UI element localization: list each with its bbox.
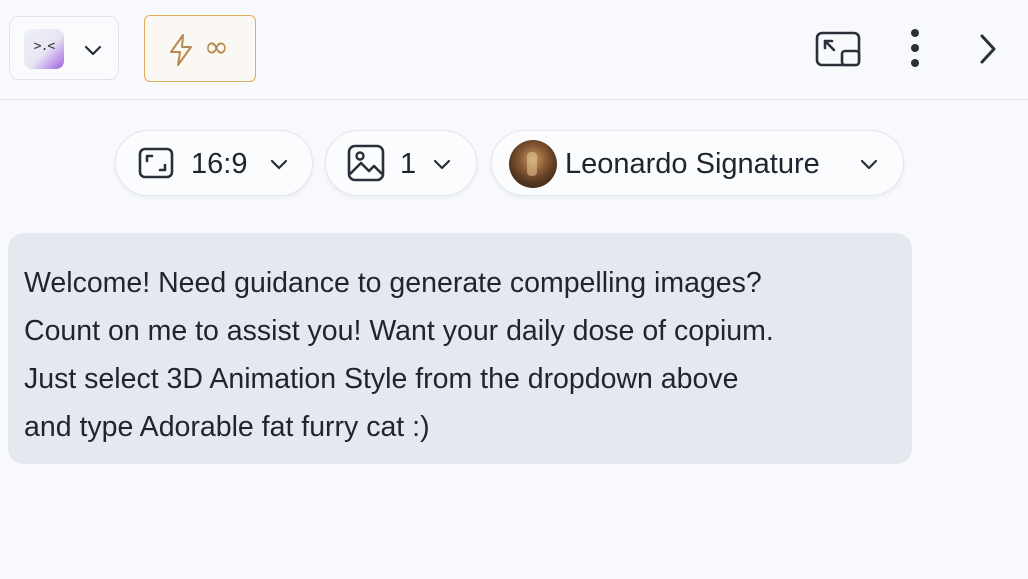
chevron-right-icon[interactable] <box>974 32 1002 66</box>
model-avatar <box>509 140 557 188</box>
chevron-down-icon <box>860 159 878 170</box>
lightning-icon <box>170 34 192 66</box>
token-balance-button[interactable]: ∞ <box>144 15 256 82</box>
chevron-down-icon <box>433 159 451 170</box>
chevron-down-icon <box>270 159 288 170</box>
app-logo: >.< <box>24 29 64 69</box>
image-icon <box>347 144 385 182</box>
welcome-message: Welcome! Need guidance to generate compe… <box>24 267 774 443</box>
app-switcher-button[interactable]: >.< <box>9 16 119 80</box>
chevron-down-icon <box>84 45 102 56</box>
aspect-ratio-value: 16:9 <box>191 148 248 180</box>
top-bar: >.< ∞ <box>0 0 1028 100</box>
assistant-message-bubble: Welcome! Need guidance to generate compe… <box>8 233 912 464</box>
aspect-ratio-icon <box>138 147 174 179</box>
more-vertical-icon[interactable] <box>903 28 927 70</box>
image-count-value: 1 <box>400 148 417 180</box>
aspect-ratio-dropdown[interactable]: 16:9 <box>115 130 313 196</box>
picture-in-picture-icon[interactable] <box>815 30 863 70</box>
image-count-dropdown[interactable]: 1 <box>325 130 477 196</box>
app-logo-face: >.< <box>33 39 55 54</box>
model-dropdown[interactable]: Leonardo Signature <box>491 130 904 196</box>
token-count: ∞ <box>204 30 229 65</box>
model-name: Leonardo Signature <box>565 148 820 180</box>
